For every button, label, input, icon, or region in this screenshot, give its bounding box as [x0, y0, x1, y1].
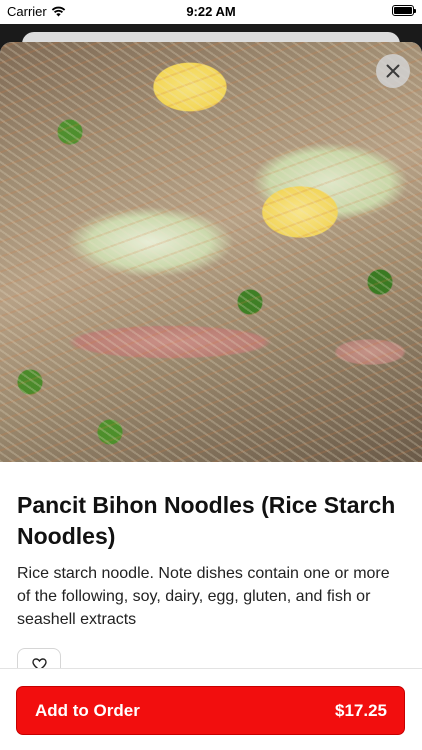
- close-button[interactable]: [376, 54, 410, 88]
- item-price: $17.25: [335, 700, 387, 720]
- add-to-order-label: Add to Order: [35, 700, 140, 720]
- status-time: 9:22 AM: [186, 4, 236, 19]
- bottom-action-bar: Add to Order $17.25: [0, 668, 422, 750]
- photo-texture: [0, 42, 422, 462]
- battery-icon: [392, 5, 416, 16]
- item-description: Rice starch noodle. Note dishes contain …: [17, 565, 390, 628]
- add-to-order-button[interactable]: Add to Order $17.25: [16, 686, 405, 735]
- item-detail-sheet: Pancit Bihon Noodles (Rice Starch Noodle…: [0, 42, 422, 750]
- item-info: Pancit Bihon Noodles (Rice Starch Noodle…: [17, 490, 407, 631]
- item-title: Pancit Bihon Noodles (Rice Starch Noodle…: [17, 492, 396, 549]
- close-icon: [386, 64, 400, 78]
- status-bar: Carrier 9:22 AM: [0, 0, 422, 24]
- food-photo: [0, 42, 422, 462]
